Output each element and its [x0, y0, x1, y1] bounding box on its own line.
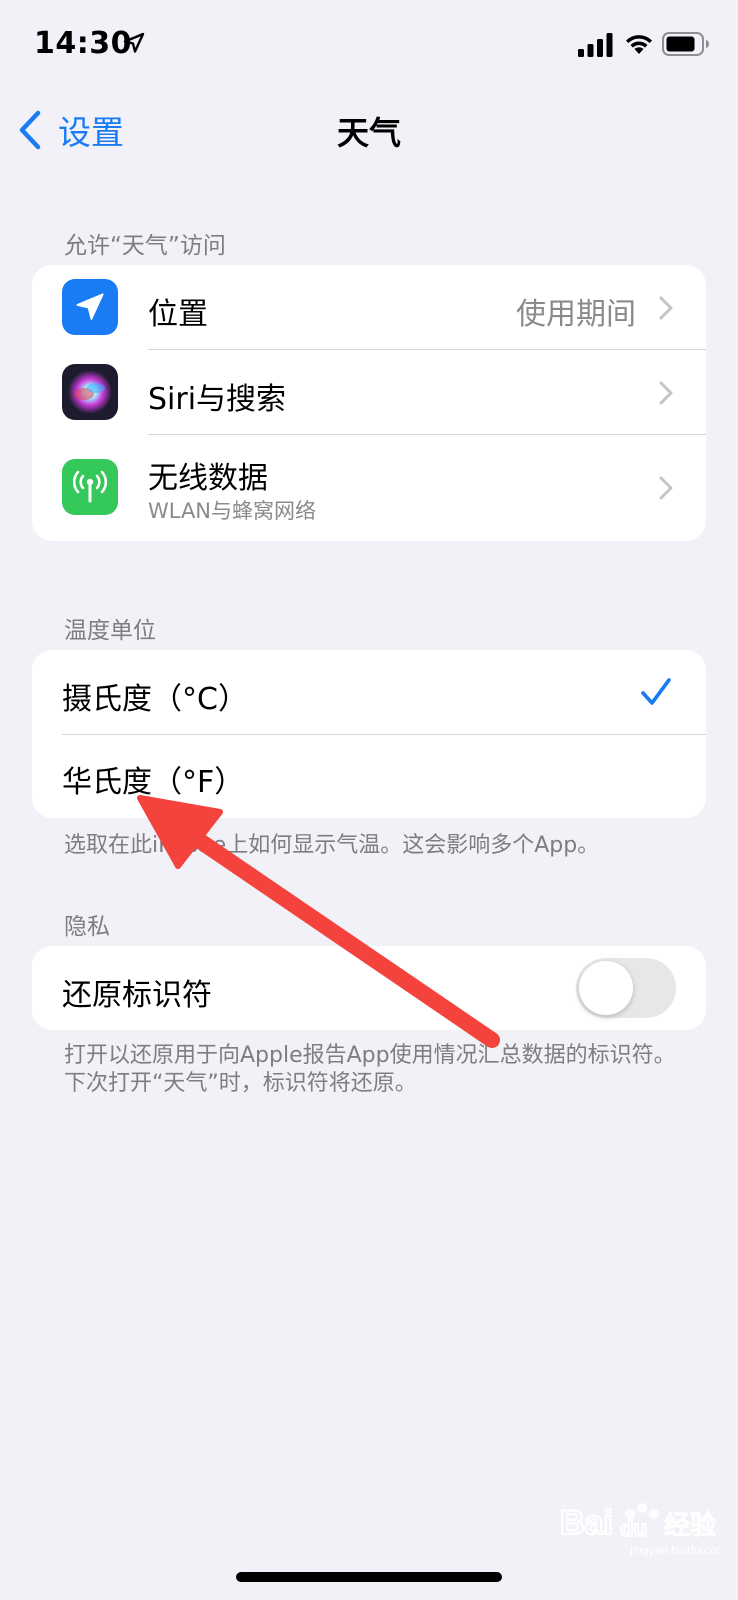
row-subtitle: WLAN与蜂窝网络	[148, 499, 317, 523]
navigation-bar: 设置 天气	[0, 98, 738, 162]
row-title: 摄氏度（°C）	[62, 682, 248, 717]
wifi-icon	[626, 35, 652, 54]
row-siri[interactable]: Siri与搜索	[32, 350, 706, 435]
cellular-signal-icon	[578, 33, 613, 57]
svg-text:经验: 经验	[664, 1511, 716, 1541]
home-indicator[interactable]	[236, 1572, 502, 1582]
section-header-access: 允许“天气”访问	[64, 233, 226, 259]
chevron-right-icon	[659, 296, 673, 320]
location-icon	[62, 279, 118, 335]
toggle-knob	[579, 961, 633, 1015]
row-reset-identifier: 还原标识符	[32, 946, 706, 1030]
battery-icon	[662, 32, 709, 56]
access-card: 位置 使用期间 Siri与搜索 无线数据 WLAN与蜂窝网络	[32, 265, 706, 541]
row-celsius[interactable]: 摄氏度（°C）	[32, 650, 706, 734]
row-title: 无线数据	[148, 461, 268, 496]
svg-text:Bai: Bai	[560, 1504, 613, 1542]
row-value: 使用期间	[516, 297, 636, 332]
siri-icon	[62, 364, 118, 420]
section-header-privacy: 隐私	[64, 914, 110, 940]
svg-text:jingyan.baidu.com: jingyan.baidu.com	[629, 1543, 720, 1557]
privacy-card: 还原标识符	[32, 946, 706, 1030]
location-arrow-icon	[123, 32, 145, 53]
status-time: 14:30	[34, 26, 132, 61]
row-fahrenheit[interactable]: 华氏度（°F）	[32, 735, 706, 818]
row-wireless-data[interactable]: 无线数据 WLAN与蜂窝网络	[32, 435, 706, 541]
chevron-right-icon	[659, 476, 673, 500]
page-title: 天气	[336, 114, 401, 152]
chevron-right-icon	[659, 381, 673, 405]
reset-identifier-toggle[interactable]	[576, 958, 676, 1018]
antenna-icon	[62, 459, 118, 515]
checkmark-icon	[641, 678, 671, 705]
row-location[interactable]: 位置 使用期间	[32, 265, 706, 350]
units-footer: 选取在此iPhone上如何显示气温。这会影响多个App。	[64, 833, 600, 858]
status-bar: 14:30	[0, 0, 738, 90]
baidu-watermark-logo: Bai du 经验 jingyan.baidu.com	[560, 1503, 720, 1557]
privacy-footer: 打开以还原用于向Apple报告App使用情况汇总数据的标识符。下次打开“天气”时…	[64, 1043, 676, 1096]
svg-text:du: du	[620, 1516, 647, 1541]
row-title: 华氏度（°F）	[62, 765, 245, 800]
row-title: 还原标识符	[62, 978, 212, 1013]
units-card: 摄氏度（°C） 华氏度（°F）	[32, 650, 706, 818]
row-title: Siri与搜索	[148, 382, 287, 417]
row-title: 位置	[148, 297, 208, 332]
section-header-units: 温度单位	[64, 618, 156, 644]
